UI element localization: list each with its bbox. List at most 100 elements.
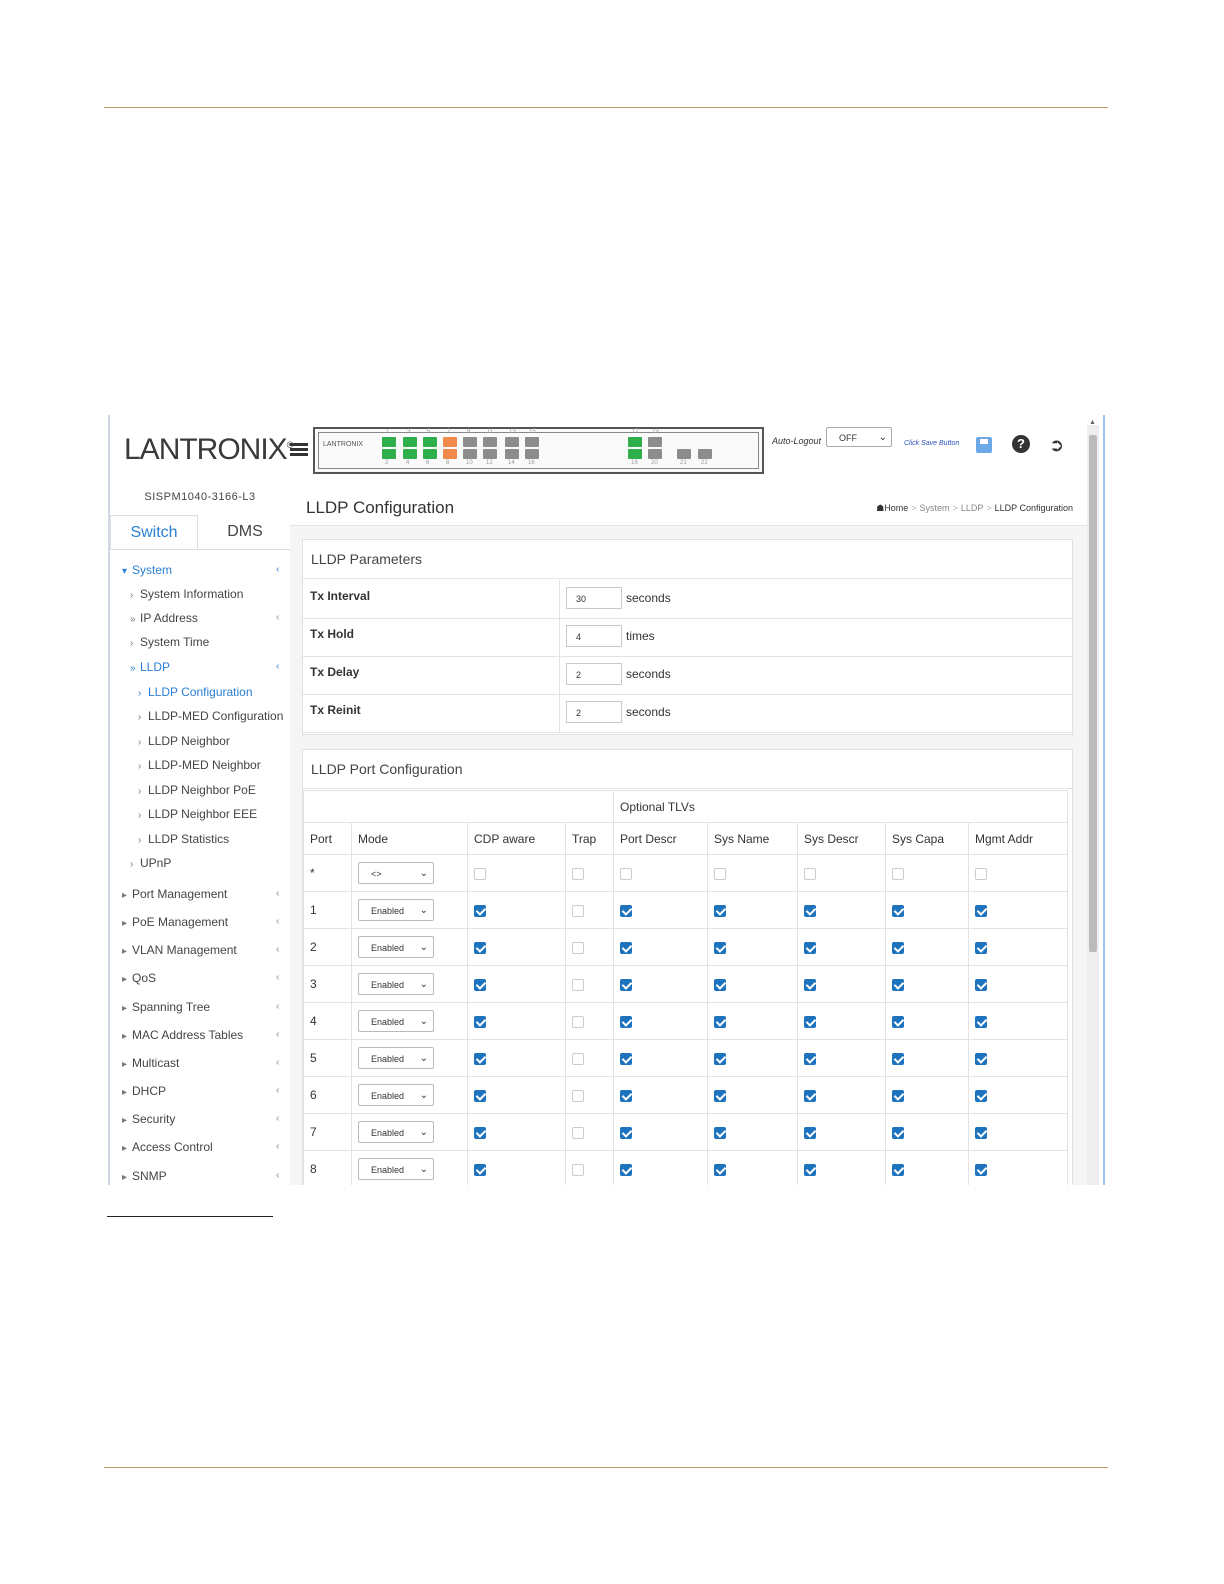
option-checkbox[interactable]: [975, 1126, 987, 1139]
port-led[interactable]: [403, 449, 417, 459]
option-checkbox[interactable]: [474, 1126, 486, 1139]
option-checkbox[interactable]: [804, 1015, 816, 1028]
sidebar-item[interactable]: ▸ SNMP: [122, 1169, 167, 1183]
option-checkbox[interactable]: [804, 1089, 816, 1102]
option-checkbox[interactable]: [572, 1163, 584, 1176]
option-checkbox[interactable]: [572, 1126, 584, 1139]
option-checkbox[interactable]: [975, 1052, 987, 1065]
sidebar-item[interactable]: ▸ Access Control: [122, 1140, 213, 1154]
option-checkbox[interactable]: [975, 904, 987, 917]
save-icon[interactable]: [976, 437, 992, 453]
port-led[interactable]: [483, 437, 497, 447]
port-led[interactable]: [423, 449, 437, 459]
option-checkbox[interactable]: [474, 1089, 486, 1102]
option-checkbox[interactable]: [474, 867, 486, 880]
option-checkbox[interactable]: [892, 1126, 904, 1139]
option-checkbox[interactable]: [572, 1015, 584, 1028]
option-checkbox[interactable]: [714, 867, 726, 880]
option-checkbox[interactable]: [892, 941, 904, 954]
option-checkbox[interactable]: [620, 1126, 632, 1139]
option-checkbox[interactable]: [975, 867, 987, 880]
sidebar-item[interactable]: ▸ MAC Address Tables: [122, 1028, 243, 1042]
sidebar-item[interactable]: ▸ VLAN Management: [122, 943, 237, 957]
tab-switch[interactable]: Switch: [110, 515, 198, 549]
port-led[interactable]: [382, 437, 396, 447]
option-checkbox[interactable]: [620, 1089, 632, 1102]
chevron-left-icon[interactable]: ‹: [276, 972, 279, 983]
parameter-input[interactable]: 2: [566, 701, 622, 723]
option-checkbox[interactable]: [714, 1163, 726, 1176]
option-checkbox[interactable]: [572, 1052, 584, 1065]
chevron-left-icon[interactable]: ‹: [276, 661, 279, 672]
sidebar-item[interactable]: ▸ PoE Management: [122, 915, 228, 929]
port-led[interactable]: [443, 437, 457, 447]
option-checkbox[interactable]: [714, 904, 726, 917]
chevron-left-icon[interactable]: ‹: [276, 1001, 279, 1012]
option-checkbox[interactable]: [714, 978, 726, 991]
option-checkbox[interactable]: [714, 1089, 726, 1102]
mode-select[interactable]: Enabled ⌄: [358, 1084, 434, 1106]
chevron-left-icon[interactable]: ‹: [276, 1057, 279, 1068]
logout-icon[interactable]: ➲: [1049, 436, 1064, 454]
sidebar-item[interactable]: › LLDP Statistics: [138, 832, 229, 846]
option-checkbox[interactable]: [804, 941, 816, 954]
sidebar-item[interactable]: › System Information: [130, 587, 243, 601]
port-led[interactable]: [382, 449, 396, 459]
sidebar-item[interactable]: › LLDP-MED Neighbor: [138, 758, 261, 772]
breadcrumb-home[interactable]: Home: [884, 503, 908, 513]
option-checkbox[interactable]: [620, 941, 632, 954]
port-led[interactable]: [628, 437, 642, 447]
sidebar-item[interactable]: › LLDP Neighbor PoE: [138, 783, 256, 797]
sidebar-item[interactable]: ▸ Security: [122, 1112, 175, 1126]
help-icon[interactable]: ?: [1012, 435, 1030, 453]
sidebar-item[interactable]: ▸ Port Management: [122, 887, 227, 901]
option-checkbox[interactable]: [975, 1015, 987, 1028]
option-checkbox[interactable]: [975, 941, 987, 954]
option-checkbox[interactable]: [620, 867, 632, 880]
option-checkbox[interactable]: [620, 1052, 632, 1065]
sidebar-item[interactable]: › LLDP Neighbor EEE: [138, 807, 257, 821]
auto-logout-select[interactable]: OFF ⌄: [826, 427, 892, 447]
option-checkbox[interactable]: [892, 1089, 904, 1102]
sidebar-item[interactable]: » IP Address: [130, 611, 198, 625]
parameter-input[interactable]: 2: [566, 663, 622, 685]
option-checkbox[interactable]: [804, 904, 816, 917]
option-checkbox[interactable]: [714, 941, 726, 954]
option-checkbox[interactable]: [620, 904, 632, 917]
chevron-left-icon[interactable]: ‹: [276, 1141, 279, 1152]
port-led[interactable]: [463, 437, 477, 447]
sfp-port-led[interactable]: [677, 449, 691, 459]
sidebar-item[interactable]: ▸ DHCP: [122, 1084, 166, 1098]
sidebar-item[interactable]: ▾ System: [122, 563, 172, 577]
sidebar-item[interactable]: › LLDP-MED Configuration: [138, 709, 283, 723]
option-checkbox[interactable]: [975, 1089, 987, 1102]
hamburger-icon[interactable]: [290, 443, 308, 457]
port-led[interactable]: [443, 449, 457, 459]
option-checkbox[interactable]: [975, 978, 987, 991]
option-checkbox[interactable]: [474, 904, 486, 917]
sidebar-item[interactable]: ▸ Multicast: [122, 1056, 179, 1070]
parameter-input[interactable]: 30: [566, 587, 622, 609]
port-led[interactable]: [505, 449, 519, 459]
option-checkbox[interactable]: [804, 1126, 816, 1139]
option-checkbox[interactable]: [474, 1052, 486, 1065]
scrollbar[interactable]: [1087, 425, 1099, 1185]
option-checkbox[interactable]: [892, 867, 904, 880]
option-checkbox[interactable]: [714, 1126, 726, 1139]
breadcrumb-system[interactable]: System: [920, 503, 950, 513]
option-checkbox[interactable]: [474, 941, 486, 954]
option-checkbox[interactable]: [892, 978, 904, 991]
option-checkbox[interactable]: [572, 941, 584, 954]
sidebar-item[interactable]: › System Time: [130, 635, 209, 649]
option-checkbox[interactable]: [572, 1089, 584, 1102]
mode-select[interactable]: Enabled ⌄: [358, 973, 434, 995]
chevron-left-icon[interactable]: ‹: [276, 1029, 279, 1040]
option-checkbox[interactable]: [804, 978, 816, 991]
port-led[interactable]: [525, 437, 539, 447]
option-checkbox[interactable]: [804, 867, 816, 880]
option-checkbox[interactable]: [572, 904, 584, 917]
mode-select[interactable]: Enabled ⌄: [358, 936, 434, 958]
port-led[interactable]: [648, 449, 662, 459]
option-checkbox[interactable]: [474, 1163, 486, 1176]
chevron-left-icon[interactable]: ‹: [276, 1113, 279, 1124]
